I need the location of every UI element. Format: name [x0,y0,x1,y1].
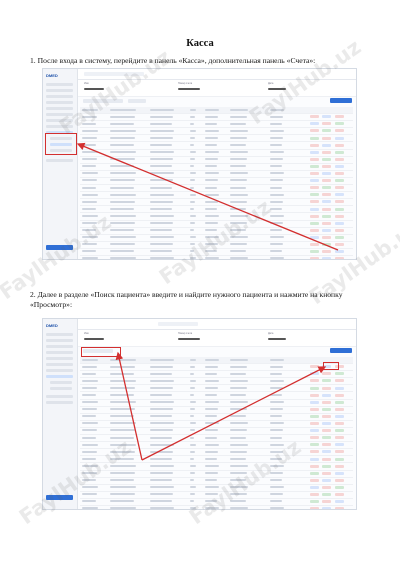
arrow-to-search [115,351,143,461]
arrow-to-sidebar [76,142,339,251]
annotation-arrows [76,142,339,461]
arrow-to-view-button [141,366,327,461]
